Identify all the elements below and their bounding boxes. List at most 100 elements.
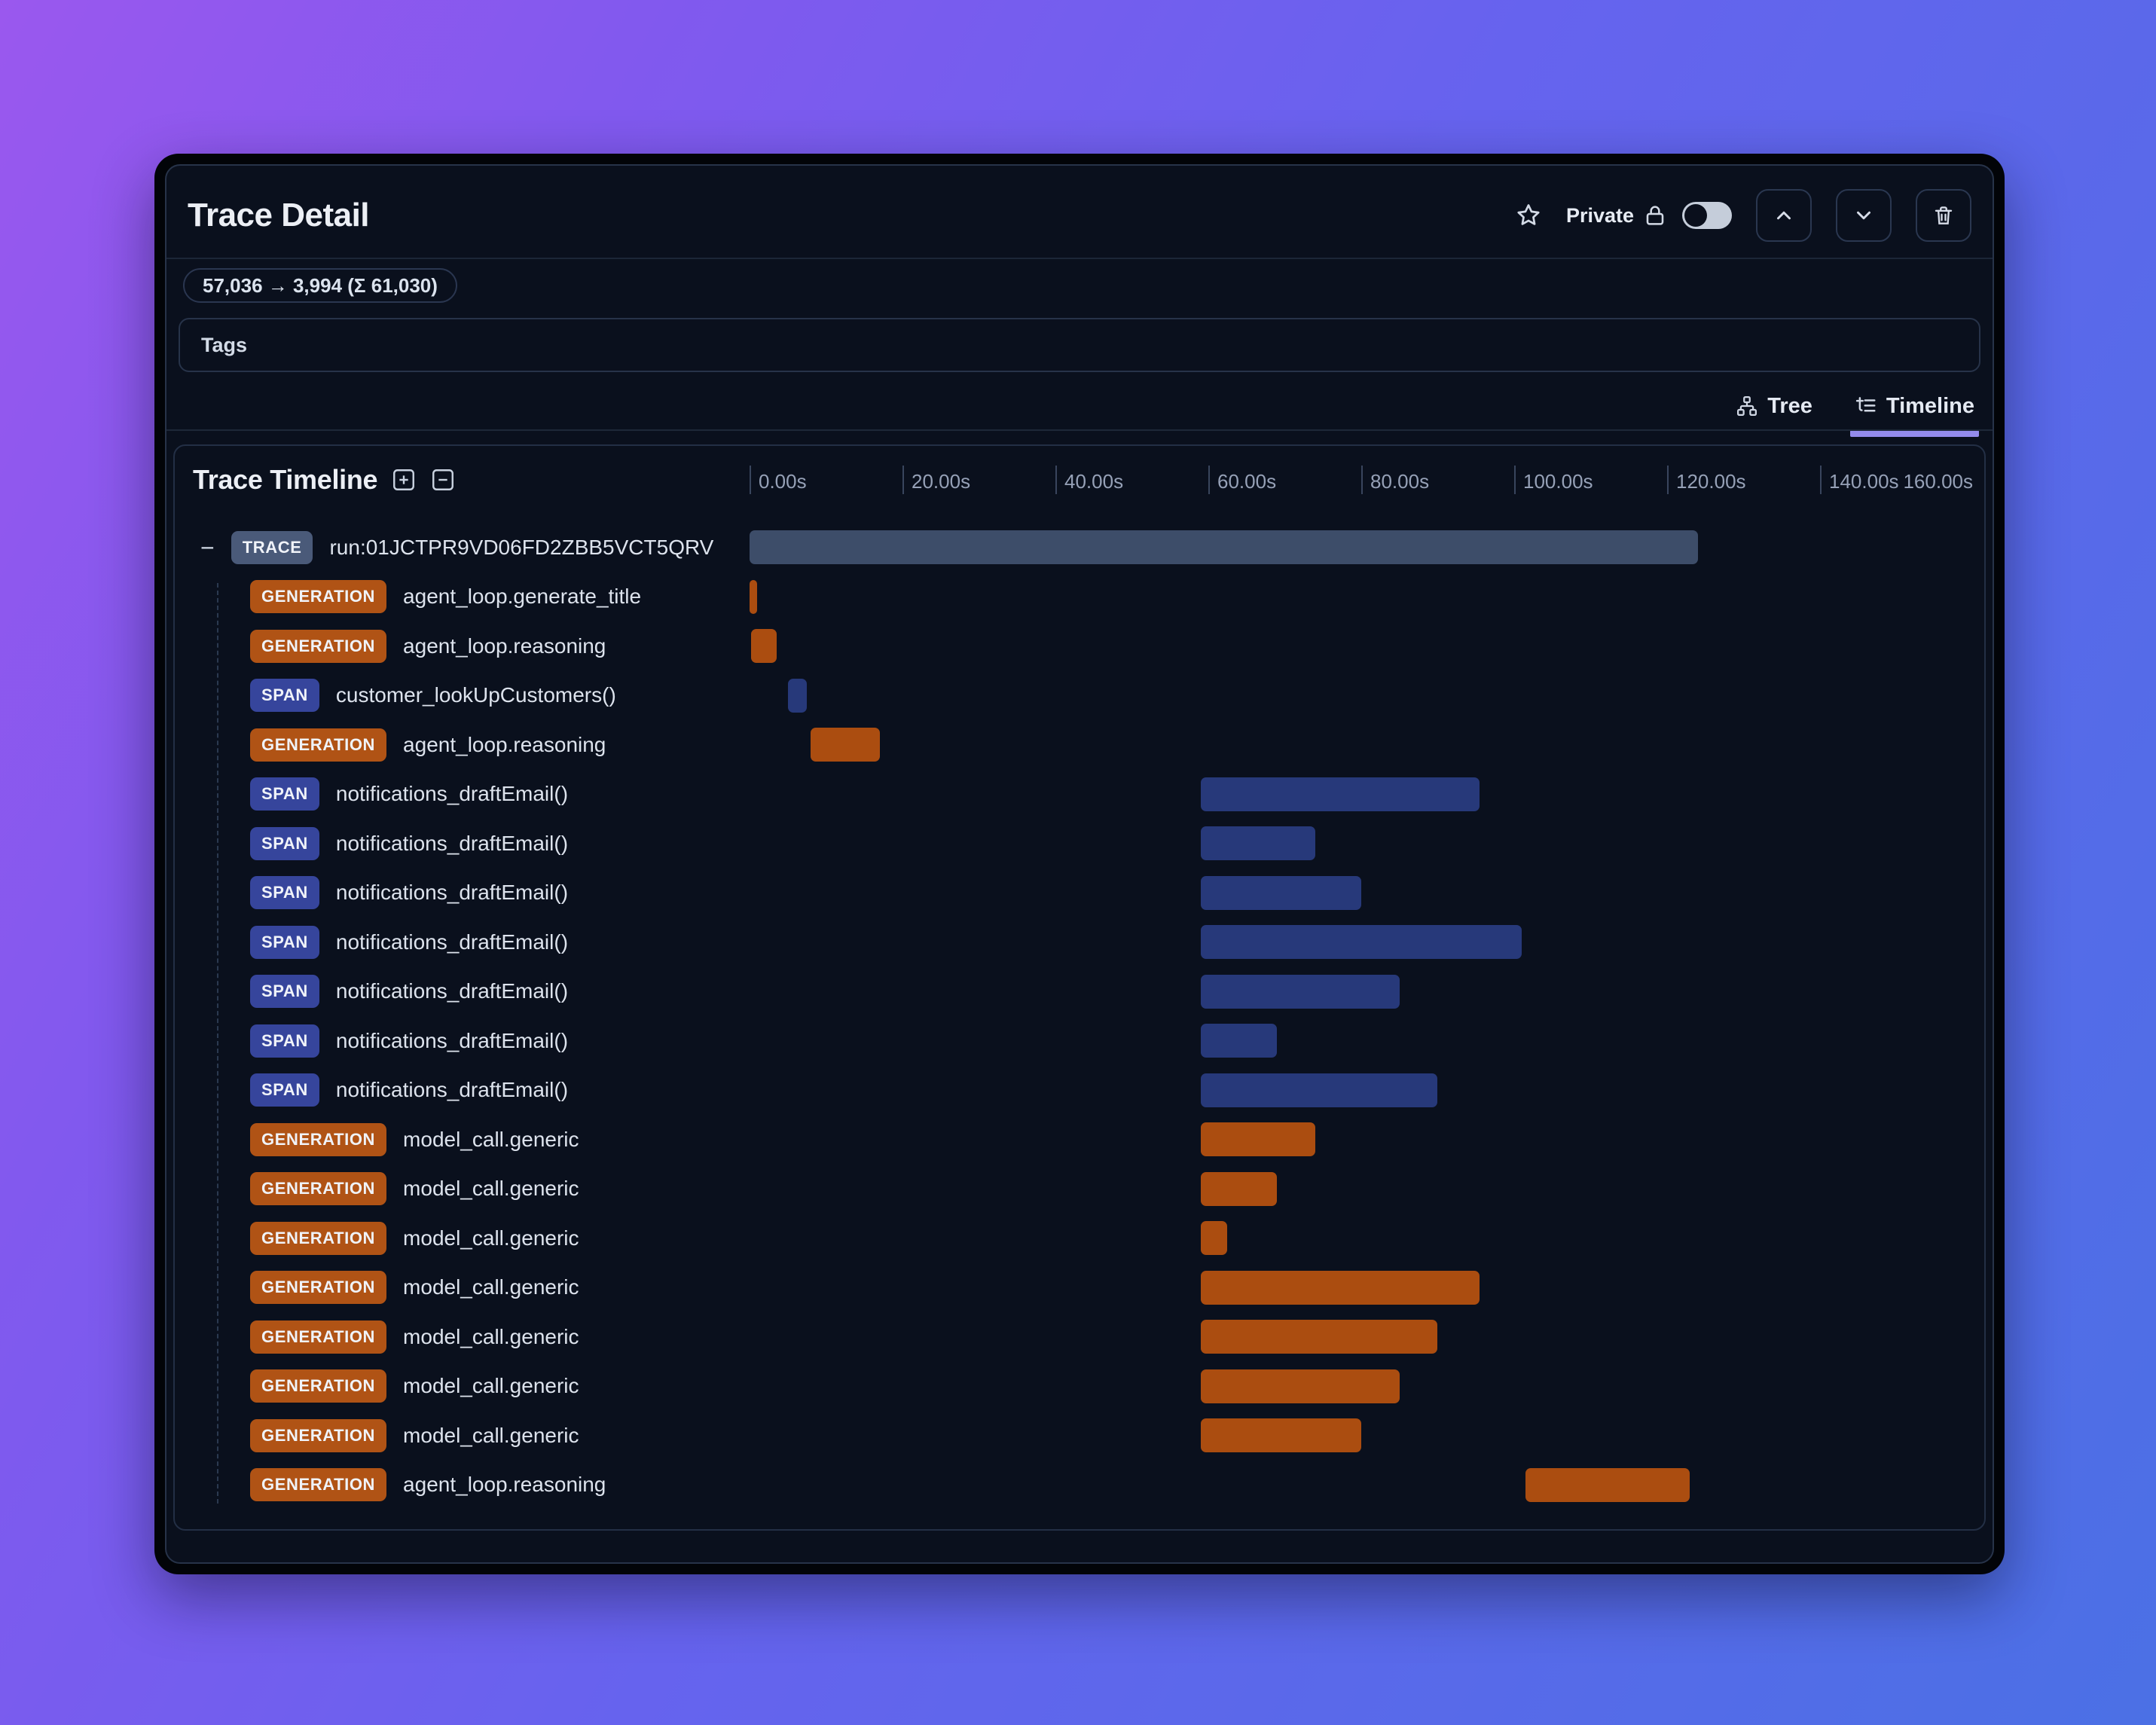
observation-type-badge[interactable]: SPAN — [250, 777, 319, 811]
duration-bar[interactable] — [1200, 1369, 1400, 1403]
observation-type-badge[interactable]: GENERATION — [250, 580, 387, 613]
duration-bar[interactable] — [1200, 974, 1400, 1009]
observation-type-badge[interactable]: SPAN — [250, 876, 319, 909]
duration-bar[interactable] — [1200, 1024, 1278, 1058]
axis-tick-label: 20.00s — [912, 470, 971, 493]
observation-name[interactable]: model_call.generic — [403, 1177, 579, 1201]
observation-type-badge[interactable]: GENERATION — [250, 1221, 387, 1255]
token-usage-badge[interactable]: 57,036 → 3,994 (Σ 61,030) — [183, 268, 457, 303]
duration-bar[interactable] — [750, 579, 758, 614]
privacy-toggle[interactable] — [1682, 202, 1732, 229]
row-label-group: GENERATION model_call.generic — [175, 1320, 750, 1354]
duration-bar[interactable] — [1200, 1171, 1278, 1206]
row-label-group: GENERATION model_call.generic — [175, 1122, 750, 1156]
observation-name[interactable]: notifications_draftEmail() — [336, 1029, 568, 1053]
observation-name[interactable]: notifications_draftEmail() — [336, 782, 568, 806]
duration-bar[interactable] — [1200, 1418, 1361, 1452]
axis-tick — [750, 466, 751, 494]
duration-bar[interactable] — [1200, 826, 1316, 860]
tab-timeline[interactable]: Timeline — [1849, 383, 1979, 437]
tags-box[interactable]: Tags — [179, 318, 1980, 372]
expand-all-icon[interactable] — [391, 467, 417, 493]
duration-bar[interactable] — [811, 728, 880, 762]
axis-tick — [1055, 466, 1057, 494]
timeline-row: SPAN customer_lookUpCustomers() — [175, 678, 1984, 728]
observation-type-badge[interactable]: GENERATION — [250, 728, 387, 762]
observation-name[interactable]: notifications_draftEmail() — [336, 930, 568, 954]
duration-bar[interactable] — [787, 678, 808, 713]
observation-name[interactable]: model_call.generic — [403, 1374, 579, 1398]
tab-tree[interactable]: Tree — [1731, 383, 1817, 429]
axis-tick — [1208, 466, 1210, 494]
duration-bar[interactable] — [1200, 1073, 1438, 1107]
axis-end-label: 160.00s — [1903, 470, 1973, 493]
row-chart-area — [750, 530, 1973, 564]
observation-name[interactable]: agent_loop.reasoning — [403, 634, 606, 658]
duration-bar[interactable] — [1200, 1221, 1228, 1255]
observation-name[interactable]: model_call.generic — [403, 1424, 579, 1448]
collapse-toggle[interactable]: − — [200, 536, 215, 560]
observation-type-badge[interactable]: SPAN — [250, 925, 319, 959]
observation-type-badge[interactable]: GENERATION — [250, 1172, 387, 1205]
privacy-control: Private — [1566, 202, 1732, 229]
observation-name[interactable]: model_call.generic — [403, 1325, 579, 1349]
timeline-row: GENERATION agent_loop.generate_title — [175, 579, 1984, 630]
tabbar-divider — [166, 429, 1993, 431]
axis-tick — [1514, 466, 1516, 494]
observation-type-badge[interactable]: SPAN — [250, 975, 319, 1008]
timeline-row: SPAN notifications_draftEmail() — [175, 925, 1984, 975]
duration-bar[interactable] — [750, 530, 1698, 564]
observation-type-badge[interactable]: SPAN — [250, 1073, 319, 1107]
observation-name[interactable]: agent_loop.generate_title — [403, 585, 641, 609]
observation-type-badge[interactable]: GENERATION — [250, 1271, 387, 1304]
observation-name[interactable]: agent_loop.reasoning — [403, 733, 606, 757]
timeline-row: GENERATION agent_loop.reasoning — [175, 629, 1984, 679]
expand-down-button[interactable] — [1836, 189, 1892, 242]
row-chart-area — [750, 1418, 1973, 1452]
duration-bar[interactable] — [1200, 1122, 1316, 1156]
observation-type-badge[interactable]: SPAN — [250, 1024, 319, 1058]
timeline-row: GENERATION model_call.generic — [175, 1122, 1984, 1172]
observation-type-badge[interactable]: GENERATION — [250, 1468, 387, 1501]
observation-name[interactable]: notifications_draftEmail() — [336, 881, 568, 905]
observation-name[interactable]: model_call.generic — [403, 1226, 579, 1250]
collapse-up-button[interactable] — [1756, 189, 1812, 242]
observation-type-badge[interactable]: SPAN — [250, 826, 319, 860]
observation-name[interactable]: model_call.generic — [403, 1275, 579, 1299]
timeline-row: GENERATION model_call.generic — [175, 1418, 1984, 1468]
duration-bar[interactable] — [1200, 1270, 1480, 1305]
observation-name[interactable]: run:01JCTPR9VD06FD2ZBB5VCT5QRV — [329, 536, 713, 560]
row-chart-area — [750, 1024, 1973, 1058]
axis-tick-label: 140.00s — [1829, 470, 1899, 493]
duration-bar[interactable] — [1200, 1320, 1438, 1354]
observation-type-badge[interactable]: TRACE — [231, 530, 313, 564]
observation-type-badge[interactable]: GENERATION — [250, 629, 387, 663]
row-label-group: GENERATION model_call.generic — [175, 1172, 750, 1206]
row-chart-area — [750, 777, 1973, 811]
observation-name[interactable]: model_call.generic — [403, 1128, 579, 1152]
collapse-all-icon[interactable] — [430, 467, 456, 493]
duration-bar[interactable] — [1200, 875, 1361, 910]
observation-type-badge[interactable]: GENERATION — [250, 1320, 387, 1354]
observation-name[interactable]: notifications_draftEmail() — [336, 832, 568, 856]
duration-bar[interactable] — [751, 629, 777, 663]
delete-button[interactable] — [1916, 189, 1971, 242]
row-chart-area — [750, 579, 1973, 614]
observation-name[interactable]: agent_loop.reasoning — [403, 1473, 606, 1497]
row-label-group: GENERATION agent_loop.reasoning — [175, 629, 750, 663]
observation-name[interactable]: notifications_draftEmail() — [336, 979, 568, 1003]
observation-name[interactable]: notifications_draftEmail() — [336, 1078, 568, 1102]
timeline-row: SPAN notifications_draftEmail() — [175, 1024, 1984, 1073]
star-icon[interactable] — [1515, 202, 1542, 229]
trace-detail-window: Trace Detail Private 57,036 → 3,994 (Σ 6… — [154, 154, 2005, 1574]
duration-bar[interactable] — [1200, 925, 1522, 959]
duration-bar[interactable] — [1200, 777, 1480, 811]
duration-bar[interactable] — [1525, 1467, 1690, 1502]
observation-name[interactable]: customer_lookUpCustomers() — [336, 683, 616, 707]
observation-type-badge[interactable]: SPAN — [250, 679, 319, 712]
axis-tick-label: 120.00s — [1676, 470, 1746, 493]
timeline-card-header: Trace Timeline — [193, 464, 456, 496]
observation-type-badge[interactable]: GENERATION — [250, 1369, 387, 1403]
observation-type-badge[interactable]: GENERATION — [250, 1122, 387, 1156]
observation-type-badge[interactable]: GENERATION — [250, 1418, 387, 1452]
